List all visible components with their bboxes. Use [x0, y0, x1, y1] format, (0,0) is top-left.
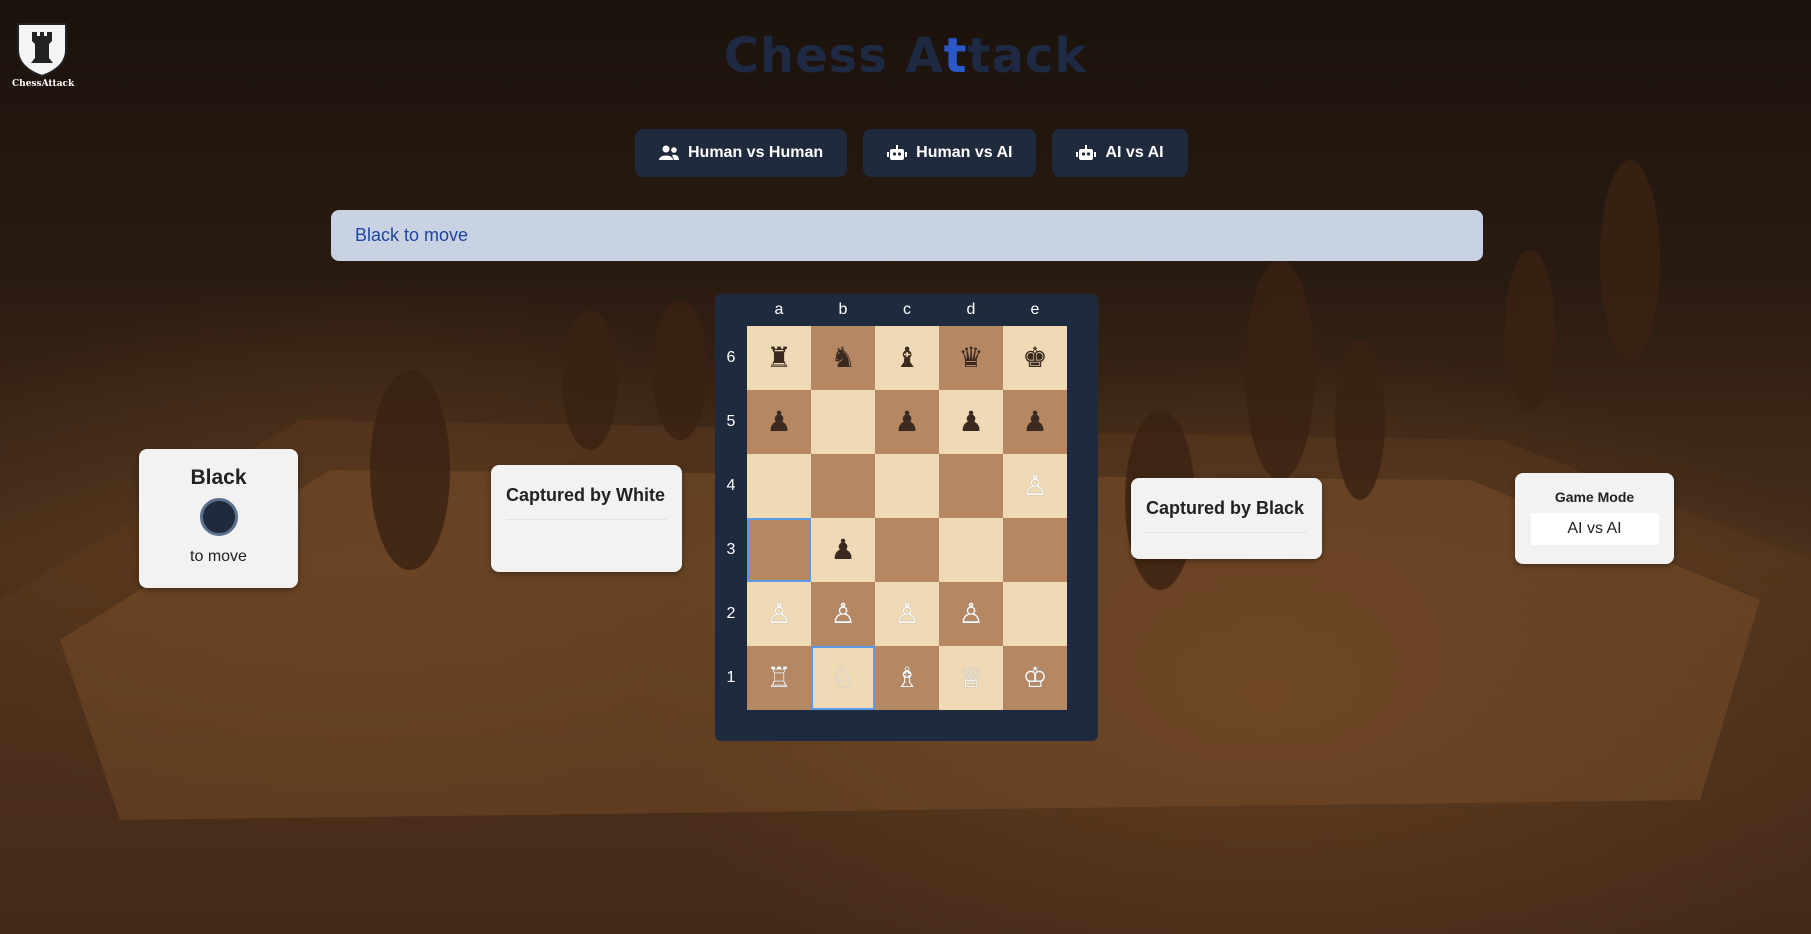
- status-bar: Black to move: [331, 210, 1483, 261]
- square-d5[interactable]: ♟: [939, 390, 1003, 454]
- board-grid: ♜ ♞ ♝ ♛ ♚ ♟ ♟ ♟ ♟ ♙ ♟ ♙ ♙ ♙ ♙ ♖ ♘ ♗ ♕ ♔: [747, 326, 1067, 710]
- captured-by-white-divider: [506, 519, 667, 520]
- piece-d6[interactable]: ♛: [958, 344, 983, 372]
- page-title: Chess Attack: [0, 28, 1811, 84]
- square-b1[interactable]: ♘: [811, 646, 875, 710]
- captured-by-black-title: Captured by Black: [1146, 498, 1305, 518]
- piece-d1[interactable]: ♕: [958, 664, 983, 692]
- square-b5[interactable]: [811, 390, 875, 454]
- turn-indicator: Black to move: [139, 449, 298, 588]
- square-d3[interactable]: [939, 518, 1003, 582]
- piece-c6[interactable]: ♝: [894, 344, 919, 372]
- square-b4[interactable]: [811, 454, 875, 518]
- piece-a5[interactable]: ♟: [766, 408, 791, 436]
- square-a1[interactable]: ♖: [747, 646, 811, 710]
- piece-e5[interactable]: ♟: [1022, 408, 1047, 436]
- file-label-d: d: [966, 301, 976, 318]
- turn-subtext: to move: [190, 548, 247, 565]
- rank-label-5: 5: [726, 413, 736, 430]
- file-label-e: e: [1030, 301, 1040, 318]
- title-part-2: tack: [967, 28, 1088, 84]
- piece-e1[interactable]: ♔: [1022, 664, 1047, 692]
- square-e5[interactable]: ♟: [1003, 390, 1067, 454]
- square-e2[interactable]: [1003, 582, 1067, 646]
- square-d1[interactable]: ♕: [939, 646, 1003, 710]
- game-mode-label: Game Mode: [1554, 489, 1635, 505]
- square-c3[interactable]: [875, 518, 939, 582]
- piece-d2[interactable]: ♙: [958, 600, 983, 628]
- file-label-b: b: [838, 301, 848, 318]
- square-d2[interactable]: ♙: [939, 582, 1003, 646]
- mode-bar: Human vs Human Human vs AI AI vs AI: [635, 129, 1188, 177]
- file-label-c: c: [903, 301, 911, 318]
- square-b2[interactable]: ♙: [811, 582, 875, 646]
- piece-b2[interactable]: ♙: [830, 600, 855, 628]
- piece-a6[interactable]: ♜: [766, 344, 791, 372]
- title-highlight: t: [943, 28, 968, 84]
- square-c4[interactable]: [875, 454, 939, 518]
- square-e3[interactable]: [1003, 518, 1067, 582]
- rank-label-2: 2: [726, 605, 736, 622]
- rank-label-3: 3: [726, 541, 736, 558]
- chess-board: ♜ ♞ ♝ ♛ ♚ ♟ ♟ ♟ ♟ ♙ ♟ ♙ ♙ ♙ ♙ ♖ ♘ ♗ ♕ ♔ a b c d e 6 5 4 3 2 1: [715, 294, 1098, 741]
- square-c2[interactable]: ♙: [875, 582, 939, 646]
- robot-icon: [887, 145, 908, 160]
- piece-d5[interactable]: ♟: [958, 408, 983, 436]
- rank-label-6: 6: [726, 349, 736, 366]
- square-a5[interactable]: ♟: [747, 390, 811, 454]
- ai-vs-ai-label: AI vs AI: [1105, 144, 1164, 161]
- square-e4[interactable]: ♙: [1003, 454, 1067, 518]
- square-e6[interactable]: ♚: [1003, 326, 1067, 390]
- square-a3[interactable]: [747, 518, 811, 582]
- rank-label-4: 4: [726, 477, 736, 494]
- square-c5[interactable]: ♟: [875, 390, 939, 454]
- square-d4[interactable]: [939, 454, 1003, 518]
- piece-c1[interactable]: ♗: [894, 664, 919, 692]
- status-text: Black to move: [355, 225, 469, 245]
- square-a2[interactable]: ♙: [747, 582, 811, 646]
- captured-by-black-divider: [1146, 532, 1307, 533]
- piece-c5[interactable]: ♟: [894, 408, 919, 436]
- piece-b1[interactable]: ♘: [830, 664, 855, 692]
- human-vs-ai-label: Human vs AI: [916, 144, 1013, 161]
- piece-a2[interactable]: ♙: [766, 600, 791, 628]
- square-e1[interactable]: ♔: [1003, 646, 1067, 710]
- title-part-1: Chess A: [723, 28, 944, 84]
- turn-color-name: Black: [190, 466, 247, 489]
- square-b3[interactable]: ♟: [811, 518, 875, 582]
- captured-by-white-panel: Captured by White: [491, 465, 682, 572]
- ai-vs-ai-button[interactable]: AI vs AI: [1052, 129, 1188, 177]
- square-c1[interactable]: ♗: [875, 646, 939, 710]
- human-vs-ai-button[interactable]: Human vs AI: [863, 129, 1037, 177]
- robot-icon: [1076, 145, 1097, 160]
- piece-e6[interactable]: ♚: [1022, 344, 1047, 372]
- square-a6[interactable]: ♜: [747, 326, 811, 390]
- piece-c2[interactable]: ♙: [894, 600, 919, 628]
- turn-color-dot: [199, 498, 238, 536]
- human-vs-human-label: Human vs Human: [688, 144, 824, 161]
- piece-a1[interactable]: ♖: [766, 664, 791, 692]
- game-mode-panel: Game Mode AI vs AI: [1515, 473, 1674, 564]
- piece-e4[interactable]: ♙: [1022, 472, 1047, 500]
- rank-label-1: 1: [726, 669, 736, 686]
- square-d6[interactable]: ♛: [939, 326, 1003, 390]
- square-c6[interactable]: ♝: [875, 326, 939, 390]
- square-b6[interactable]: ♞: [811, 326, 875, 390]
- users-icon: [659, 145, 679, 160]
- captured-by-black-panel: Captured by Black: [1131, 478, 1322, 559]
- file-label-a: a: [774, 301, 784, 318]
- captured-by-white-title: Captured by White: [506, 485, 666, 505]
- human-vs-human-button[interactable]: Human vs Human: [635, 129, 848, 177]
- square-a4[interactable]: [747, 454, 811, 518]
- game-mode-select[interactable]: AI vs AI: [1530, 513, 1659, 545]
- piece-b6[interactable]: ♞: [830, 344, 855, 372]
- piece-b3[interactable]: ♟: [830, 536, 855, 564]
